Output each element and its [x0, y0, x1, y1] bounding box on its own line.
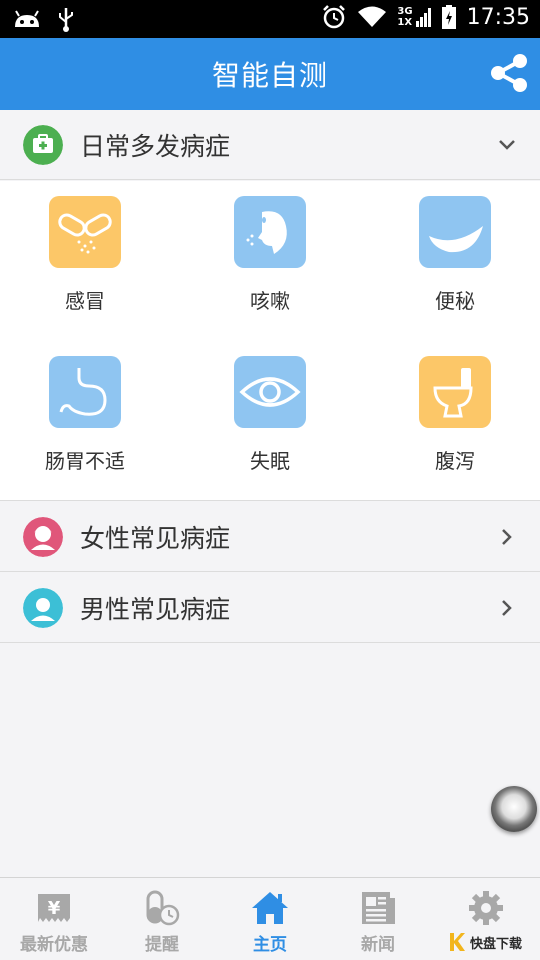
newspaper-icon: [362, 892, 395, 924]
nav-item-home[interactable]: 主页: [216, 878, 324, 960]
section-title: 女性常见病症: [80, 524, 231, 553]
chevron-down-icon: [499, 140, 515, 150]
pill-clock-icon: [146, 890, 180, 926]
symptom-diarrhea[interactable]: 腹泻: [370, 341, 540, 501]
nav-label: 新闻: [361, 935, 395, 955]
cough-icon: [234, 196, 306, 268]
watermark-text: 快盘下载: [470, 936, 523, 952]
medical-kit-icon: [23, 125, 63, 165]
female-avatar-icon: [23, 517, 63, 557]
symptom-label: 便秘: [435, 289, 475, 313]
chevron-right-icon: [502, 529, 512, 545]
clock: 17:35: [466, 4, 530, 30]
chevron-right-icon: [502, 600, 512, 616]
gear-icon: [469, 891, 503, 925]
floating-assistive-button[interactable]: [491, 786, 537, 832]
symptom-label: 腹泻: [435, 449, 475, 473]
wifi-icon: [358, 6, 387, 27]
nav-label: 主页: [253, 935, 287, 955]
symptom-cold[interactable]: 感冒: [0, 181, 180, 341]
eye-icon: [234, 356, 306, 428]
page-title: 智能自测: [211, 59, 328, 92]
nav-item-news[interactable]: 新闻: [324, 878, 432, 960]
usb-icon: [59, 8, 73, 32]
symptom-stomach[interactable]: 肠胃不适: [0, 341, 180, 501]
symptom-label: 感冒: [65, 289, 105, 313]
nav-label: 提醒: [145, 935, 179, 955]
app-bar: 智能自测: [0, 38, 540, 110]
section-title: 男性常见病症: [80, 595, 231, 624]
section-header-male[interactable]: 男性常见病症: [0, 573, 540, 643]
android-icon: [15, 10, 39, 27]
symptom-grid: 感冒 咳嗽 便秘 肠胃不适 失眠 腹泻: [0, 181, 540, 501]
section-title: 日常多发病症: [80, 132, 231, 161]
symptom-constipation[interactable]: 便秘: [370, 181, 540, 341]
nav-label: 最新优惠: [20, 935, 88, 955]
battery-icon: [441, 5, 456, 29]
symptom-cough[interactable]: 咳嗽: [185, 181, 365, 341]
stomach-icon: [49, 356, 121, 428]
pills-icon: [49, 196, 121, 268]
watermark-logo-icon: [450, 933, 465, 951]
section-header-common[interactable]: 日常多发病症: [0, 110, 540, 180]
watermark: 快盘下载: [448, 928, 522, 956]
symptom-insomnia[interactable]: 失眠: [185, 341, 365, 501]
signal-icon: [415, 8, 431, 27]
coupon-icon: ¥: [38, 894, 70, 922]
section-header-female[interactable]: 女性常见病症: [0, 502, 540, 572]
status-bar: 3G 1X 17:35: [0, 0, 540, 38]
network-type: 3G 1X: [397, 6, 413, 28]
banana-icon: [419, 196, 491, 268]
symptom-label: 肠胃不适: [45, 449, 125, 473]
male-avatar-icon: [23, 588, 63, 628]
alarm-icon: [323, 5, 346, 29]
svg-text:¥: ¥: [48, 898, 61, 919]
nav-item-reminder[interactable]: 提醒: [108, 878, 216, 960]
toilet-icon: [419, 356, 491, 428]
share-icon[interactable]: [488, 52, 530, 94]
symptom-label: 咳嗽: [250, 289, 290, 313]
symptom-label: 失眠: [250, 449, 290, 473]
nav-item-deals[interactable]: ¥ 最新优惠: [0, 878, 108, 960]
home-icon: [252, 892, 288, 924]
